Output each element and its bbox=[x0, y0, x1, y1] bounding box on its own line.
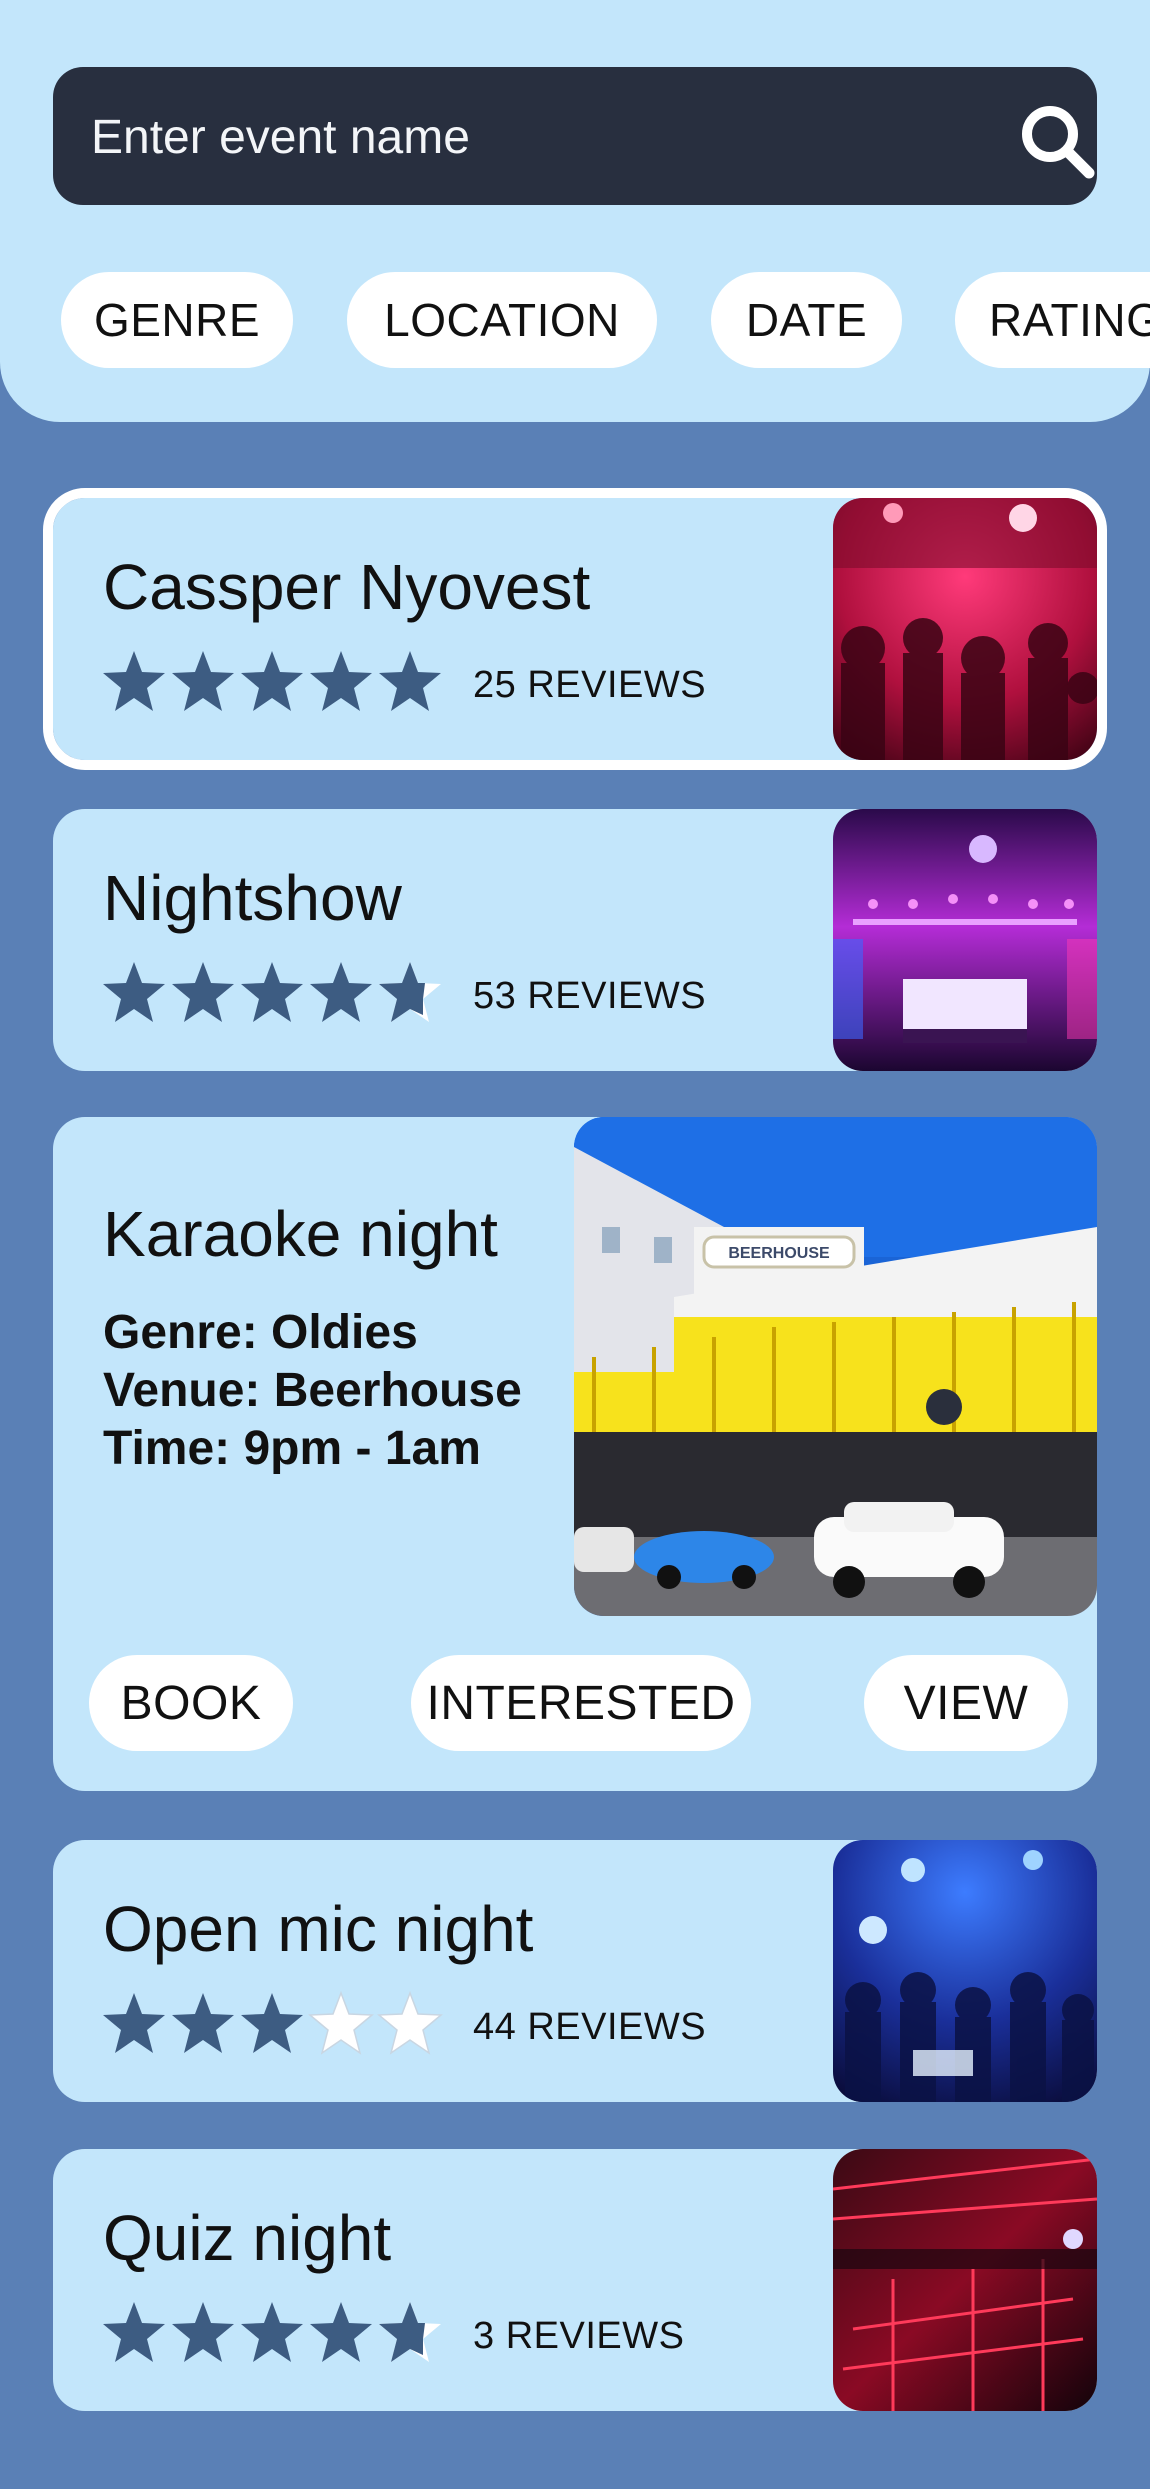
star-icon bbox=[172, 2302, 234, 2362]
event-title: Nightshow bbox=[103, 862, 402, 934]
star-rating bbox=[99, 648, 444, 714]
star-rating bbox=[99, 1990, 444, 2056]
empty-star-icon bbox=[377, 1990, 443, 2055]
view-button[interactable]: VIEW bbox=[864, 1655, 1068, 1751]
half-star-icon bbox=[379, 962, 441, 1022]
event-card[interactable]: Nightshow 53 REVIEWS bbox=[53, 809, 1097, 1071]
event-genre: Genre: Oldies bbox=[103, 1306, 418, 1359]
review-count: 44 REVIEWS bbox=[473, 2006, 707, 2048]
star-icon bbox=[310, 962, 372, 1022]
star-icon bbox=[310, 2302, 372, 2362]
event-image bbox=[833, 809, 1097, 1071]
filter-chips: GENRE LOCATION DATE RATING bbox=[0, 272, 1150, 372]
event-card[interactable]: Open mic night 44 REVIEWS bbox=[53, 1840, 1097, 2102]
event-time: Time: 9pm - 1am bbox=[103, 1422, 481, 1475]
star-icon bbox=[172, 1993, 234, 2053]
review-count: 53 REVIEWS bbox=[473, 975, 707, 1017]
search-icon[interactable] bbox=[1017, 101, 1097, 181]
event-image bbox=[833, 2149, 1097, 2411]
star-icon bbox=[103, 1993, 165, 2053]
event-image bbox=[833, 498, 1097, 760]
filter-location[interactable]: LOCATION bbox=[347, 272, 657, 368]
star-icon bbox=[172, 651, 234, 711]
book-button[interactable]: BOOK bbox=[89, 1655, 293, 1751]
star-icon bbox=[103, 651, 165, 711]
star-icon bbox=[241, 2302, 303, 2362]
event-card[interactable]: Cassper Nyovest 25 REVIEWS bbox=[43, 488, 1107, 770]
star-icon bbox=[310, 651, 372, 711]
filter-genre[interactable]: GENRE bbox=[61, 272, 293, 368]
star-rating bbox=[99, 2299, 444, 2365]
star-icon bbox=[103, 962, 165, 1022]
filter-rating[interactable]: RATING bbox=[955, 272, 1150, 368]
event-title: Karaoke night bbox=[103, 1198, 498, 1270]
half-star-icon bbox=[379, 2302, 441, 2362]
event-card[interactable]: Quiz night 3 REVIEWS bbox=[53, 2149, 1097, 2411]
star-icon bbox=[379, 651, 441, 711]
star-icon bbox=[241, 651, 303, 711]
event-image bbox=[833, 1840, 1097, 2102]
empty-star-icon bbox=[308, 1990, 374, 2055]
review-count: 25 REVIEWS bbox=[473, 664, 707, 706]
event-title: Cassper Nyovest bbox=[103, 551, 591, 623]
beerhouse-sign: BEERHOUSE bbox=[728, 1245, 830, 1262]
event-title: Open mic night bbox=[103, 1893, 534, 1965]
star-icon bbox=[241, 962, 303, 1022]
event-image: BEERHOUSE bbox=[574, 1117, 1097, 1616]
star-icon bbox=[241, 1993, 303, 2053]
filter-date[interactable]: DATE bbox=[711, 272, 902, 368]
search-input[interactable] bbox=[89, 67, 953, 207]
star-icon bbox=[103, 2302, 165, 2362]
event-title: Quiz night bbox=[103, 2202, 392, 2274]
star-icon bbox=[172, 962, 234, 1022]
interested-button[interactable]: INTERESTED bbox=[411, 1655, 751, 1751]
review-count: 3 REVIEWS bbox=[473, 2315, 685, 2357]
top-panel: GENRE LOCATION DATE RATING bbox=[0, 0, 1150, 422]
event-venue: Venue: Beerhouse bbox=[103, 1364, 522, 1417]
search-bar[interactable] bbox=[53, 67, 1097, 207]
star-rating bbox=[99, 959, 444, 1025]
featured-event-card[interactable]: Karaoke night Genre: Oldies Venue: Beerh… bbox=[53, 1117, 1097, 1791]
